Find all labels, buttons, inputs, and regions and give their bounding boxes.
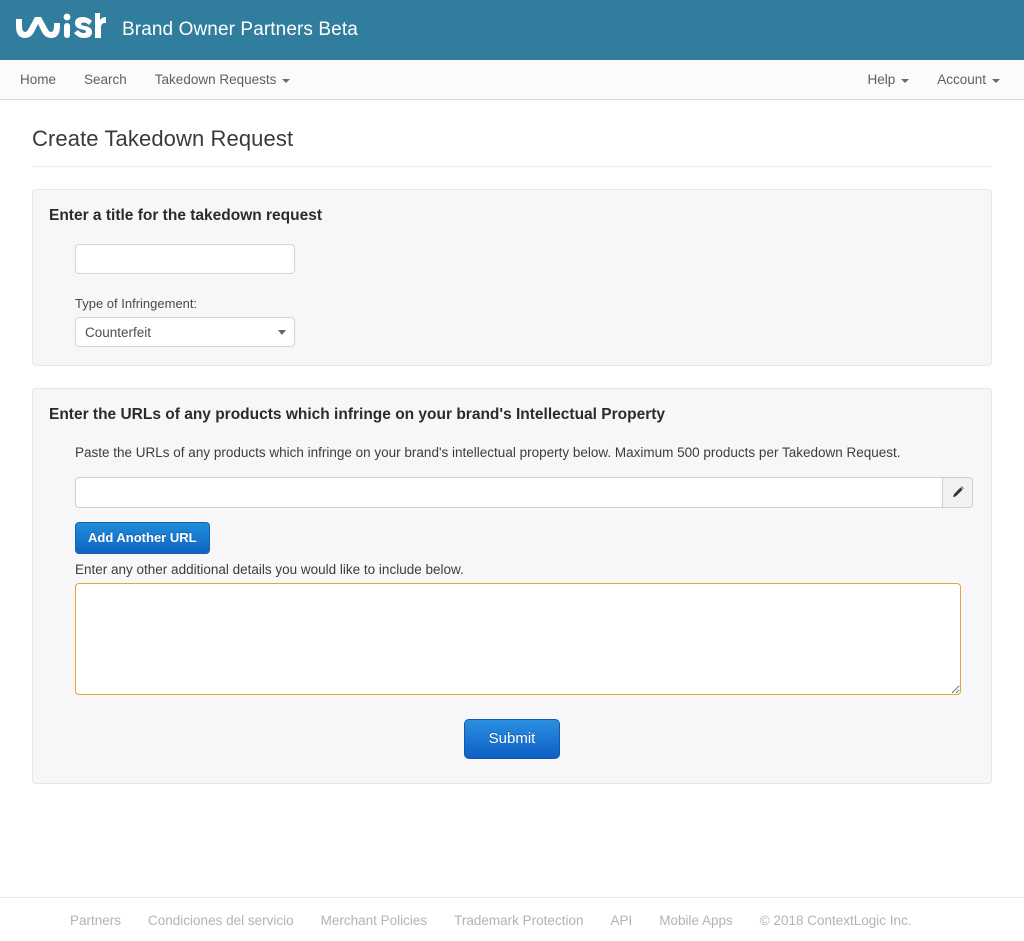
footer-link-trademark-protection[interactable]: Trademark Protection [454, 913, 583, 928]
wish-wordmark-icon [16, 13, 106, 38]
footer-link-condiciones-del-servicio[interactable]: Condiciones del servicio [148, 913, 294, 928]
chevron-down-icon [282, 78, 291, 83]
title-panel-heading: Enter a title for the takedown request [49, 207, 323, 224]
nav-item-search[interactable]: Search [70, 60, 141, 99]
nav-item-label: Search [84, 72, 127, 87]
additional-details-textarea[interactable] [75, 582, 961, 695]
nav-item-label: Takedown Requests [154, 72, 277, 87]
footer-link-api[interactable]: API [610, 913, 632, 928]
product-url-input[interactable] [75, 476, 942, 508]
urls-help-text: Paste the URLs of any products which inf… [75, 445, 901, 461]
nav-item-help[interactable]: Help [853, 60, 923, 99]
url-input-group [75, 476, 973, 508]
page-content: Create Takedown Request Enter a title fo… [0, 100, 1024, 784]
infringement-type-selected-value: Counterfeit [85, 324, 152, 340]
infringement-type-select-wrap: Counterfeit [75, 317, 295, 348]
urls-panel-body: Paste the URLs of any products which inf… [49, 443, 975, 765]
additional-details-label: Enter any other additional details you w… [75, 561, 464, 577]
nav-item-home[interactable]: Home [6, 60, 70, 99]
page-title: Create Takedown Request [32, 100, 992, 167]
nav-item-account[interactable]: Account [923, 60, 1014, 99]
urls-panel-heading: Enter the URLs of any products which inf… [49, 406, 666, 424]
submit-button[interactable]: Submit [463, 718, 561, 759]
infringement-type-label: Type of Infringement: [75, 296, 198, 312]
title-panel-body: Type of Infringement: Counterfeit [49, 244, 975, 348]
nav-item-label: Account [937, 72, 986, 87]
footer-link-merchant-policies[interactable]: Merchant Policies [321, 913, 428, 928]
footer-link-partners[interactable]: Partners [70, 913, 121, 928]
chevron-down-icon [992, 78, 1000, 83]
chevron-down-icon [901, 78, 910, 83]
brand-title: Brand Owner Partners Beta [122, 19, 358, 40]
nav-item-label: Home [20, 72, 57, 87]
pencil-icon [952, 486, 964, 498]
title-panel: Enter a title for the takedown request T… [32, 189, 992, 367]
url-edit-button[interactable] [942, 476, 973, 508]
wish-logo[interactable] [14, 0, 106, 60]
submit-row: Submit [75, 695, 949, 765]
main-navbar: Home Search Takedown Requests Help Accou… [0, 60, 1024, 100]
navbar-left-group: Home Search Takedown Requests [0, 60, 304, 99]
urls-panel: Enter the URLs of any products which inf… [32, 388, 992, 784]
footer-links: Partners Condiciones del servicio Mercha… [0, 913, 1024, 928]
add-another-url-button[interactable]: Add Another URL [75, 521, 210, 554]
footer-copyright: © 2018 ContextLogic Inc. [759, 913, 912, 928]
page-footer: Partners Condiciones del servicio Mercha… [0, 897, 1024, 928]
request-title-input[interactable] [75, 244, 295, 275]
nav-item-takedown-requests[interactable]: Takedown Requests [141, 60, 305, 99]
infringement-type-select[interactable]: Counterfeit [75, 317, 295, 348]
brand-header: Brand Owner Partners Beta [0, 0, 1024, 60]
footer-link-mobile-apps[interactable]: Mobile Apps [659, 913, 733, 928]
navbar-right-group: Help Account [853, 60, 1024, 99]
nav-item-label: Help [867, 72, 896, 87]
